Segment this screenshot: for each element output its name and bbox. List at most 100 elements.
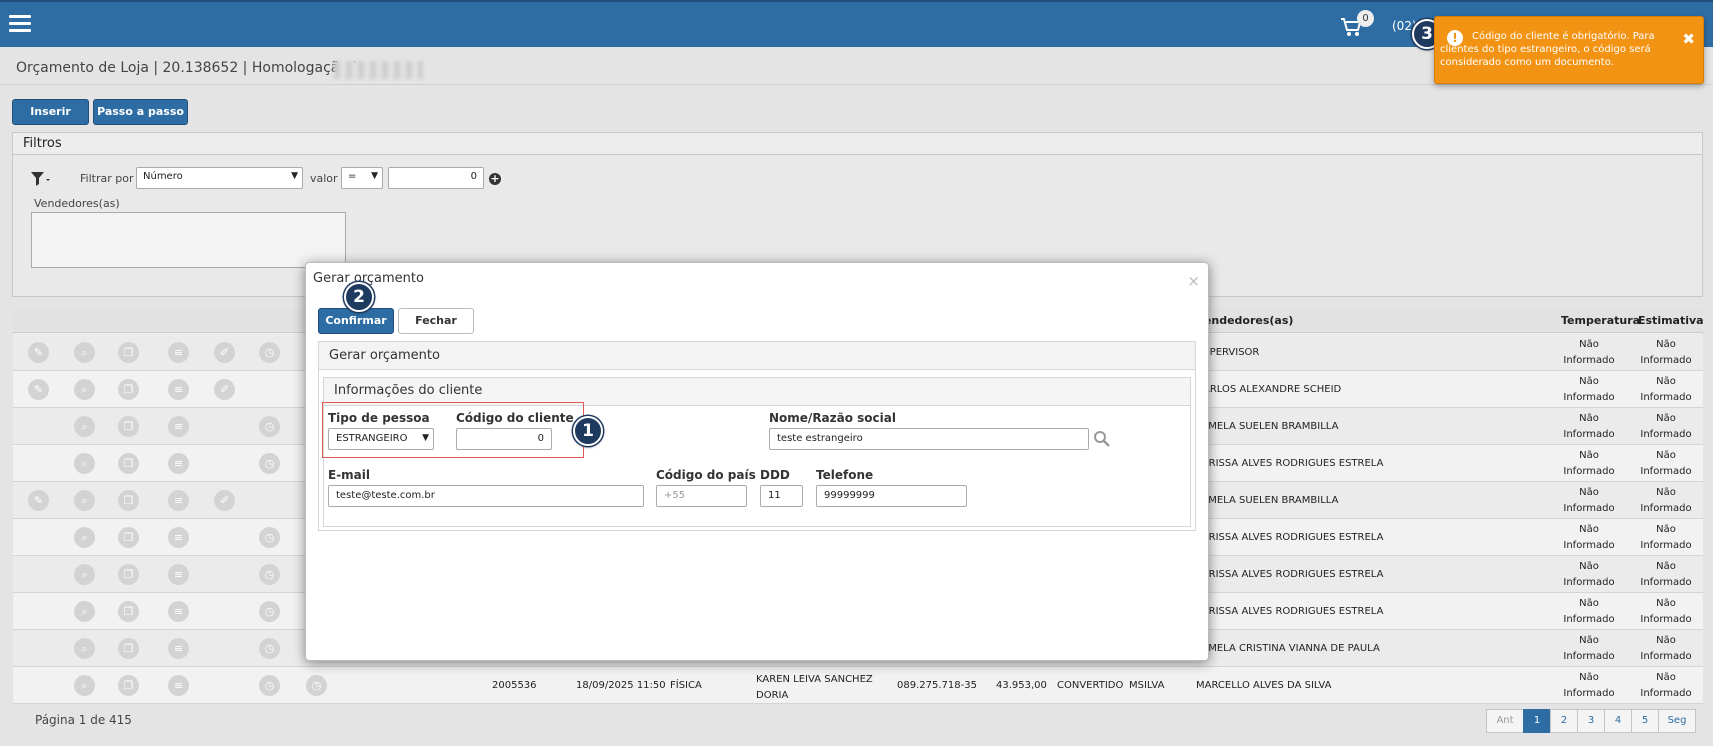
edit-icon[interactable]: ✎ [28, 379, 49, 400]
list-icon[interactable]: ≡ [168, 601, 189, 622]
estimate-cell: Não Informado [1640, 450, 1692, 477]
clock-icon[interactable]: ◷ [259, 564, 280, 585]
error-toast: ! Código do cliente é obrigatório. Para … [1434, 16, 1704, 84]
clock-icon[interactable]: ◷ [259, 527, 280, 548]
pencil-icon[interactable]: ✐ [214, 490, 235, 511]
insert-button[interactable]: Inserir [12, 99, 89, 125]
search-icon[interactable]: ⌕ [74, 601, 95, 622]
clock-icon[interactable]: ◷ [259, 453, 280, 474]
amount-cell: 43.953,00 [996, 680, 1047, 691]
sellers-filter-label: Vendedores(as) [34, 197, 120, 210]
name-input[interactable]: teste estrangeiro [769, 428, 1089, 450]
search-icon[interactable]: ⌕ [74, 638, 95, 659]
copy-icon[interactable]: ❐ [118, 416, 139, 437]
country-code-input[interactable]: +55 [656, 485, 747, 507]
add-filter-icon[interactable]: + [489, 173, 501, 185]
table-row[interactable]: ⌕ ❐ ≡ ◷ ◷ 2005536 18/09/2025 11:50 FÍSIC… [13, 667, 1703, 704]
copy-icon[interactable]: ❐ [118, 564, 139, 585]
email-label: E-mail [328, 468, 371, 482]
confirm-button[interactable]: Confirmar [318, 308, 394, 334]
generate-quote-modal: Gerar orçamento × Confirmar Fechar Gerar… [305, 262, 1209, 661]
next-page-button[interactable]: Seg [1658, 709, 1696, 733]
prev-page-button[interactable]: Ant [1486, 709, 1524, 733]
seller-cell: PAMELA CRISTINA VIANNA DE PAULA [1196, 643, 1380, 654]
clock-icon[interactable]: ◷ [259, 638, 280, 659]
page-button[interactable]: 3 [1577, 709, 1605, 733]
filter-by-value: Número [143, 171, 183, 182]
search-icon[interactable] [1093, 430, 1111, 448]
clock-icon[interactable]: ◷ [259, 342, 280, 363]
status-cell: CONVERTIDO [1057, 680, 1124, 691]
ddd-input[interactable]: 11 [760, 485, 803, 507]
list-icon[interactable]: ≡ [168, 527, 189, 548]
header-sellers: Vendedores(as) [1196, 314, 1294, 327]
phone-input[interactable]: 99999999 [816, 485, 967, 507]
clock-icon[interactable]: ◷ [259, 675, 280, 696]
temperature-cell: Não Informado [1563, 487, 1615, 514]
clock-icon[interactable]: ◷ [306, 675, 327, 696]
search-icon[interactable]: ⌕ [74, 490, 95, 511]
temperature-cell: Não Informado [1563, 598, 1615, 625]
operator-value: = [348, 171, 357, 182]
filter-value-input[interactable]: 0 [388, 167, 484, 189]
list-icon[interactable]: ≡ [168, 379, 189, 400]
email-input[interactable]: teste@teste.com.br [328, 485, 644, 507]
quote-section-title: Gerar orçamento [319, 342, 1195, 370]
search-icon[interactable]: ⌕ [74, 342, 95, 363]
list-icon[interactable]: ≡ [168, 453, 189, 474]
copy-icon[interactable]: ❐ [118, 527, 139, 548]
highlight-box [322, 402, 584, 458]
chevron-down-icon: ▼ [291, 171, 298, 181]
edit-icon[interactable]: ✎ [28, 490, 49, 511]
search-icon[interactable]: ⌕ [74, 527, 95, 548]
page-button[interactable]: 2 [1550, 709, 1578, 733]
list-icon[interactable]: ≡ [168, 490, 189, 511]
copy-icon[interactable]: ❐ [118, 601, 139, 622]
page-button[interactable]: 1 [1523, 709, 1551, 733]
stepwise-button[interactable]: Passo a passo [93, 99, 188, 125]
search-icon[interactable]: ⌕ [74, 564, 95, 585]
seller-cell: LARISSA ALVES RODRIGUES ESTRELA [1196, 569, 1384, 580]
estimate-cell: Não Informado [1640, 376, 1692, 403]
copy-icon[interactable]: ❐ [118, 453, 139, 474]
operator-select[interactable]: = ▼ [341, 167, 383, 189]
filter-icon[interactable] [30, 171, 52, 187]
copy-icon[interactable]: ❐ [118, 379, 139, 400]
type-cell: FÍSICA [670, 680, 702, 691]
page-button[interactable]: 4 [1604, 709, 1632, 733]
close-icon[interactable]: ✖ [1682, 30, 1695, 48]
copy-icon[interactable]: ❐ [118, 342, 139, 363]
list-icon[interactable]: ≡ [168, 638, 189, 659]
list-icon[interactable]: ≡ [168, 342, 189, 363]
filter-by-select[interactable]: Número ▼ [136, 167, 303, 189]
chevron-down-icon: ▼ [371, 171, 378, 181]
list-icon[interactable]: ≡ [168, 564, 189, 585]
edit-icon[interactable]: ✎ [28, 342, 49, 363]
search-icon[interactable]: ⌕ [74, 416, 95, 437]
estimate-cell: Não Informado [1640, 487, 1692, 514]
menu-icon[interactable] [9, 15, 31, 33]
filter-by-label: Filtrar por [80, 172, 134, 185]
search-icon[interactable]: ⌕ [74, 379, 95, 400]
seller-cell: LARISSA ALVES RODRIGUES ESTRELA [1196, 606, 1384, 617]
close-icon[interactable]: × [1187, 272, 1200, 290]
close-button[interactable]: Fechar [398, 308, 474, 334]
copy-icon[interactable]: ❐ [118, 638, 139, 659]
ddd-label: DDD [760, 468, 790, 482]
sellers-filter-input[interactable] [31, 212, 346, 268]
temperature-cell: Não Informado [1563, 635, 1615, 662]
copy-icon[interactable]: ❐ [118, 675, 139, 696]
page-button[interactable]: 5 [1631, 709, 1659, 733]
estimate-cell: Não Informado [1640, 561, 1692, 588]
clock-icon[interactable]: ◷ [259, 416, 280, 437]
clock-icon[interactable]: ◷ [259, 601, 280, 622]
pencil-icon[interactable]: ✐ [214, 379, 235, 400]
pencil-icon[interactable]: ✐ [214, 342, 235, 363]
list-icon[interactable]: ≡ [168, 416, 189, 437]
copy-icon[interactable]: ❐ [118, 490, 139, 511]
search-icon[interactable]: ⌕ [74, 675, 95, 696]
search-icon[interactable]: ⌕ [74, 453, 95, 474]
list-icon[interactable]: ≡ [168, 675, 189, 696]
date-cell: 18/09/2025 11:50 [576, 680, 666, 691]
header-temperature: Temperatura [1561, 314, 1641, 327]
